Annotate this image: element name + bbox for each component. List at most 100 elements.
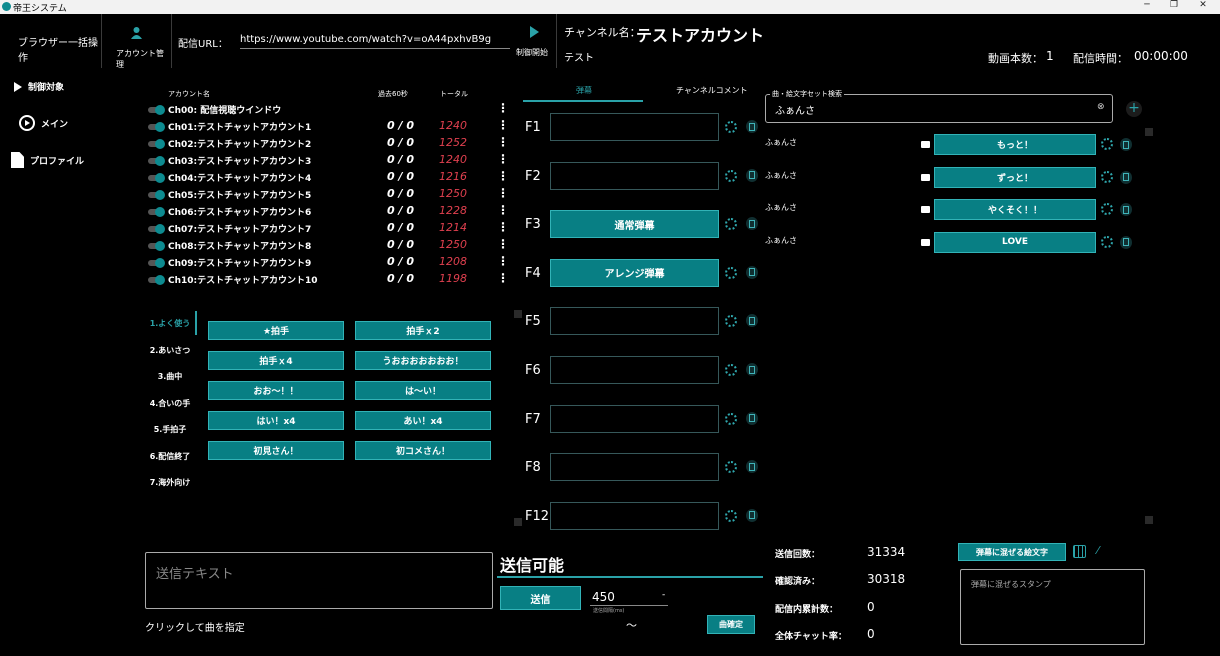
phrase-button[interactable]: うおおおおおおお！ — [355, 351, 491, 370]
account-toggle[interactable] — [148, 275, 165, 285]
account-toggle[interactable] — [148, 241, 165, 251]
control-start-play-icon[interactable] — [530, 26, 539, 38]
trash-icon[interactable] — [1120, 170, 1132, 184]
sidebar-item-main[interactable]: メイン — [19, 115, 68, 131]
fkey-button[interactable]: 通常弾幕 — [550, 210, 719, 239]
gear-icon[interactable] — [725, 169, 737, 182]
sidebar-item-profile[interactable]: プロファイル — [11, 152, 84, 168]
gear-icon[interactable] — [1101, 203, 1113, 216]
more-vert-icon[interactable]: ⋮ — [497, 237, 509, 251]
result-button[interactable]: ずっと！ — [934, 166, 1096, 188]
url-field[interactable]: https://www.youtube.com/watch?v=oA44pxhv… — [240, 34, 510, 49]
account-management-button[interactable]: アカウント管理 — [102, 14, 172, 69]
control-start-label[interactable]: 制御開始 — [516, 47, 548, 58]
category-item[interactable]: 1.よく使う — [145, 318, 195, 329]
trash-icon[interactable] — [1120, 235, 1132, 249]
category-item[interactable]: 5.手拍子 — [145, 424, 195, 435]
category-item[interactable]: 2.あいさつ — [145, 345, 195, 356]
close-icon[interactable]: ✕ — [1196, 0, 1210, 14]
category-item[interactable]: 3.曲中 — [145, 371, 195, 382]
result-button[interactable]: やくそく！！ — [934, 199, 1096, 221]
fkey-slot[interactable] — [550, 501, 719, 530]
more-vert-icon[interactable]: ⋮ — [497, 101, 509, 115]
trash-icon[interactable] — [746, 363, 758, 376]
trash-icon[interactable] — [746, 460, 758, 474]
category-item[interactable]: 4.合いの手 — [145, 398, 195, 409]
account-toggle[interactable] — [148, 190, 165, 200]
phrase-button[interactable]: 初見さん！ — [208, 441, 344, 460]
fkey-slot[interactable] — [550, 453, 719, 482]
tab-danmaku[interactable]: 弾幕 — [576, 85, 592, 96]
trash-icon[interactable] — [746, 314, 758, 328]
trash-icon[interactable] — [746, 508, 758, 522]
trash-icon[interactable] — [746, 168, 758, 182]
category-item[interactable]: 7.海外向け — [145, 477, 195, 488]
trash-icon[interactable] — [746, 120, 758, 133]
phrase-button[interactable]: 初コメさん！ — [355, 441, 491, 460]
phrase-button[interactable]: 拍手ｘ4 — [208, 351, 344, 370]
gear-icon[interactable] — [725, 121, 737, 133]
account-toggle[interactable] — [148, 258, 165, 268]
fkey-slot[interactable] — [550, 113, 719, 141]
account-toggle[interactable] — [148, 207, 165, 217]
search-box[interactable]: 曲・絵文字セット検索 ふぁんさ ⊗ — [765, 89, 1113, 123]
account-toggle[interactable] — [148, 122, 165, 132]
interval-input[interactable]: 450 — [592, 590, 615, 604]
fkey-slot[interactable] — [550, 307, 719, 336]
song-hint[interactable]: クリックして曲を指定 — [145, 619, 245, 634]
broom-icon[interactable]: ⁄ — [1097, 544, 1099, 557]
account-toggle[interactable] — [148, 105, 165, 115]
send-text-input[interactable]: 送信テキスト — [145, 552, 493, 609]
tab-channel-comment[interactable]: チャンネルコメント — [676, 85, 748, 96]
account-toggle[interactable] — [148, 173, 165, 183]
stamp-input[interactable]: 弾幕に混ぜるスタンプ — [960, 569, 1145, 645]
search-input[interactable]: ふぁんさ — [775, 102, 815, 117]
trash-icon[interactable] — [1120, 203, 1132, 217]
phrase-button[interactable]: は〜い！ — [355, 381, 491, 400]
interval-dropdown-icon[interactable]: - — [662, 590, 665, 600]
phrase-button[interactable]: ★拍手 — [208, 321, 344, 340]
gear-icon[interactable] — [725, 509, 737, 522]
more-vert-icon[interactable]: ⋮ — [497, 186, 509, 200]
more-vert-icon[interactable]: ⋮ — [497, 118, 509, 132]
gear-icon[interactable] — [725, 412, 737, 425]
more-vert-icon[interactable]: ⋮ — [497, 203, 509, 217]
category-item[interactable]: 6.配信終了 — [145, 451, 195, 462]
phrase-button[interactable]: おお〜！！ — [208, 381, 344, 400]
add-icon[interactable]: + — [1126, 101, 1142, 117]
more-vert-icon[interactable]: ⋮ — [497, 254, 509, 268]
maximize-icon[interactable]: ❐ — [1167, 0, 1181, 14]
gear-icon[interactable] — [725, 461, 737, 474]
trash-icon[interactable] — [746, 265, 758, 279]
gear-icon[interactable] — [1101, 170, 1113, 183]
fkey-slot[interactable] — [550, 161, 719, 190]
fkey-button[interactable]: アレンジ弾幕 — [550, 258, 719, 287]
gear-icon[interactable] — [1101, 235, 1113, 248]
result-button[interactable]: もっと！ — [934, 134, 1096, 155]
minimize-icon[interactable]: ─ — [1140, 0, 1154, 14]
gear-icon[interactable] — [725, 364, 737, 376]
more-vert-icon[interactable]: ⋮ — [497, 152, 509, 166]
emoji-mix-button[interactable]: 弾幕に混ぜる絵文字 — [958, 543, 1066, 561]
account-toggle[interactable] — [148, 139, 165, 149]
bulk-operation-button[interactable]: ブラウザー一括操作 — [18, 34, 101, 64]
fkey-slot[interactable] — [550, 404, 719, 433]
more-vert-icon[interactable]: ⋮ — [497, 169, 509, 183]
fkey-slot[interactable] — [550, 356, 719, 384]
more-vert-icon[interactable]: ⋮ — [497, 220, 509, 234]
gear-icon[interactable] — [725, 218, 737, 231]
send-button[interactable]: 送信 — [500, 586, 581, 610]
account-toggle[interactable] — [148, 224, 165, 234]
phrase-button[interactable]: 拍手ｘ2 — [355, 321, 491, 340]
gear-icon[interactable] — [725, 315, 737, 328]
trash-icon[interactable] — [1120, 138, 1132, 151]
result-button[interactable]: LOVE — [934, 231, 1096, 253]
gear-icon[interactable] — [1101, 138, 1113, 150]
gear-icon[interactable] — [725, 266, 737, 279]
clear-icon[interactable]: ⊗ — [1097, 102, 1105, 112]
trash-icon[interactable] — [746, 411, 758, 425]
confirm-song-button[interactable]: 曲確定 — [707, 615, 755, 634]
account-toggle[interactable] — [148, 156, 165, 166]
more-vert-icon[interactable]: ⋮ — [497, 271, 509, 285]
more-vert-icon[interactable]: ⋮ — [497, 135, 509, 149]
